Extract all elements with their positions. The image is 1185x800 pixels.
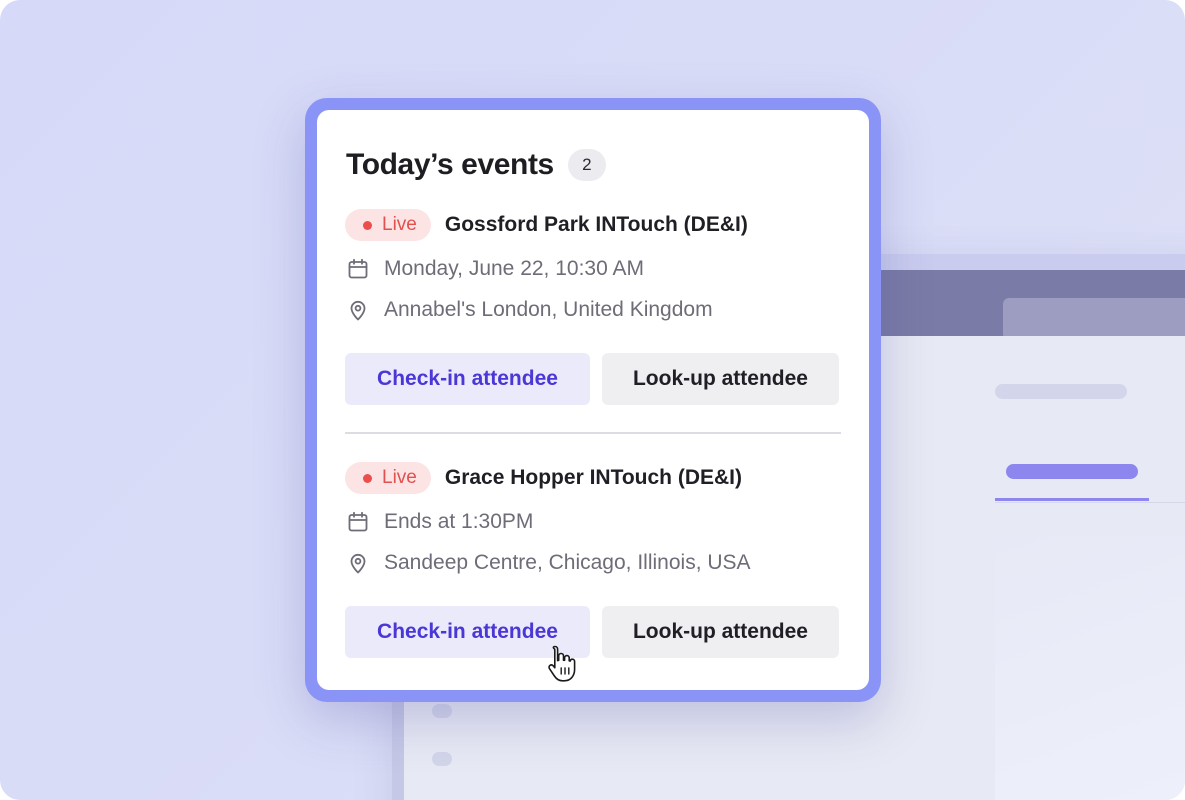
card-title: Today’s events [346,148,554,181]
live-status-label: Live [382,214,417,235]
event-location-row: Annabel's London, United Kingdom [345,295,841,325]
backdrop: Today’s events 2 Live Gossford Park INTo… [0,0,1185,800]
background-search-bar [1003,298,1185,340]
event-location: Sandeep Centre, Chicago, Illinois, USA [384,551,751,574]
background-placeholder-bar [995,384,1127,399]
event-date: Monday, June 22, 10:30 AM [384,257,644,280]
calendar-icon [345,509,371,535]
event-name: Gossford Park INTouch (DE&I) [444,213,748,236]
event-name: Grace Hopper INTouch (DE&I) [444,466,742,489]
event-divider [345,432,841,434]
live-status-label: Live [382,467,417,488]
live-dot-icon [363,220,372,230]
calendar-icon [345,256,371,282]
event-item: Live Gossford Park INTouch (DE&I) Monday… [345,208,841,405]
event-header: Live Gossford Park INTouch (DE&I) [345,208,841,242]
event-date-row: Monday, June 22, 10:30 AM [345,254,841,284]
look-up-attendee-button[interactable]: Look-up attendee [602,606,839,658]
background-active-tab-placeholder [1006,464,1138,479]
map-pin-icon [345,550,371,576]
event-location: Annabel's London, United Kingdom [384,298,713,321]
live-status-badge: Live [345,209,431,241]
event-item: Live Grace Hopper INTouch (DE&I) Ends at… [345,461,841,658]
map-pin-icon [345,297,371,323]
hand-pointer-cursor-icon [548,645,576,682]
live-dot-icon [363,473,372,483]
events-card: Today’s events 2 Live Gossford Park INTo… [317,110,869,690]
background-list-placeholder [432,704,452,718]
background-active-tab-indicator [995,498,1149,501]
look-up-attendee-button[interactable]: Look-up attendee [602,353,839,405]
background-panel [995,536,1185,800]
event-count-badge: 2 [567,149,606,181]
event-location-row: Sandeep Centre, Chicago, Illinois, USA [345,548,841,578]
event-actions: Check-in attendee Look-up attendee [345,353,841,405]
event-header: Live Grace Hopper INTouch (DE&I) [345,461,841,495]
background-divider [995,502,1185,503]
check-in-attendee-button[interactable]: Check-in attendee [345,353,590,405]
event-date-row: Ends at 1:30PM [345,507,841,537]
background-list-placeholder [432,752,452,766]
live-status-badge: Live [345,462,431,494]
event-actions: Check-in attendee Look-up attendee [345,606,841,658]
event-end-time: Ends at 1:30PM [384,510,534,533]
events-card-frame: Today’s events 2 Live Gossford Park INTo… [305,98,881,702]
card-header: Today’s events 2 [346,148,606,182]
